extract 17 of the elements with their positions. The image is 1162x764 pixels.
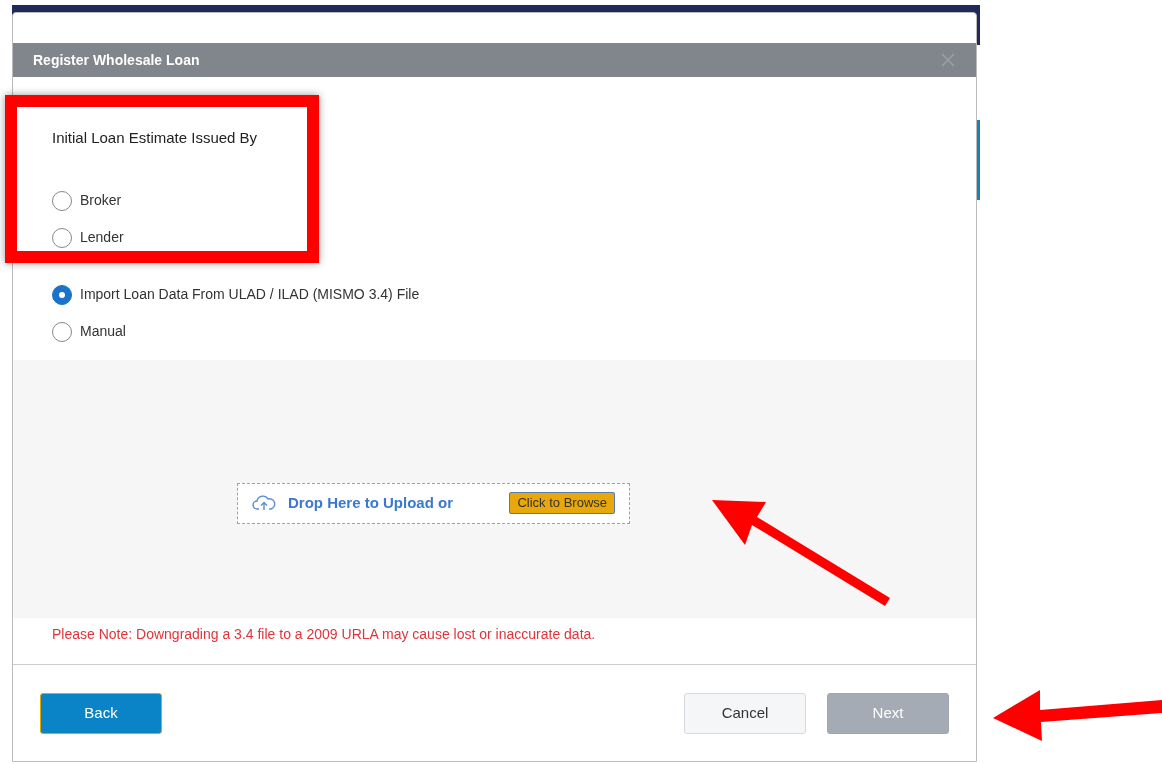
upload-text: Drop Here to Upload or — [288, 492, 453, 513]
radio-label: Manual — [80, 322, 126, 341]
cloud-upload-icon — [252, 494, 276, 512]
radio-button[interactable] — [52, 321, 72, 342]
browse-button[interactable]: Click to Browse — [509, 492, 615, 514]
radio-button[interactable] — [52, 284, 72, 305]
action-button[interactable]: Cancel — [684, 692, 806, 734]
radio-label: Lender — [80, 228, 124, 247]
action-button[interactable]: Back — [40, 692, 162, 734]
radio-label: Broker — [80, 191, 122, 210]
radio-button[interactable] — [52, 227, 72, 248]
radio-label: Import Loan Data From ULAD / ILAD (MISMO 3.4) File — [80, 285, 420, 304]
warning-note: Please Note: Downgrading a 3.4 file to a 2009 URLA may cause lost or inaccurate data. — [51, 625, 597, 644]
dialog-title: Register Wholesale Loan — [33, 50, 200, 70]
radio-button[interactable] — [52, 190, 72, 211]
question-label: Initial Loan Estimate Issued By — [52, 128, 259, 147]
drop-zone[interactable]: Drop Here to Upload or Click to Browse — [237, 482, 630, 524]
